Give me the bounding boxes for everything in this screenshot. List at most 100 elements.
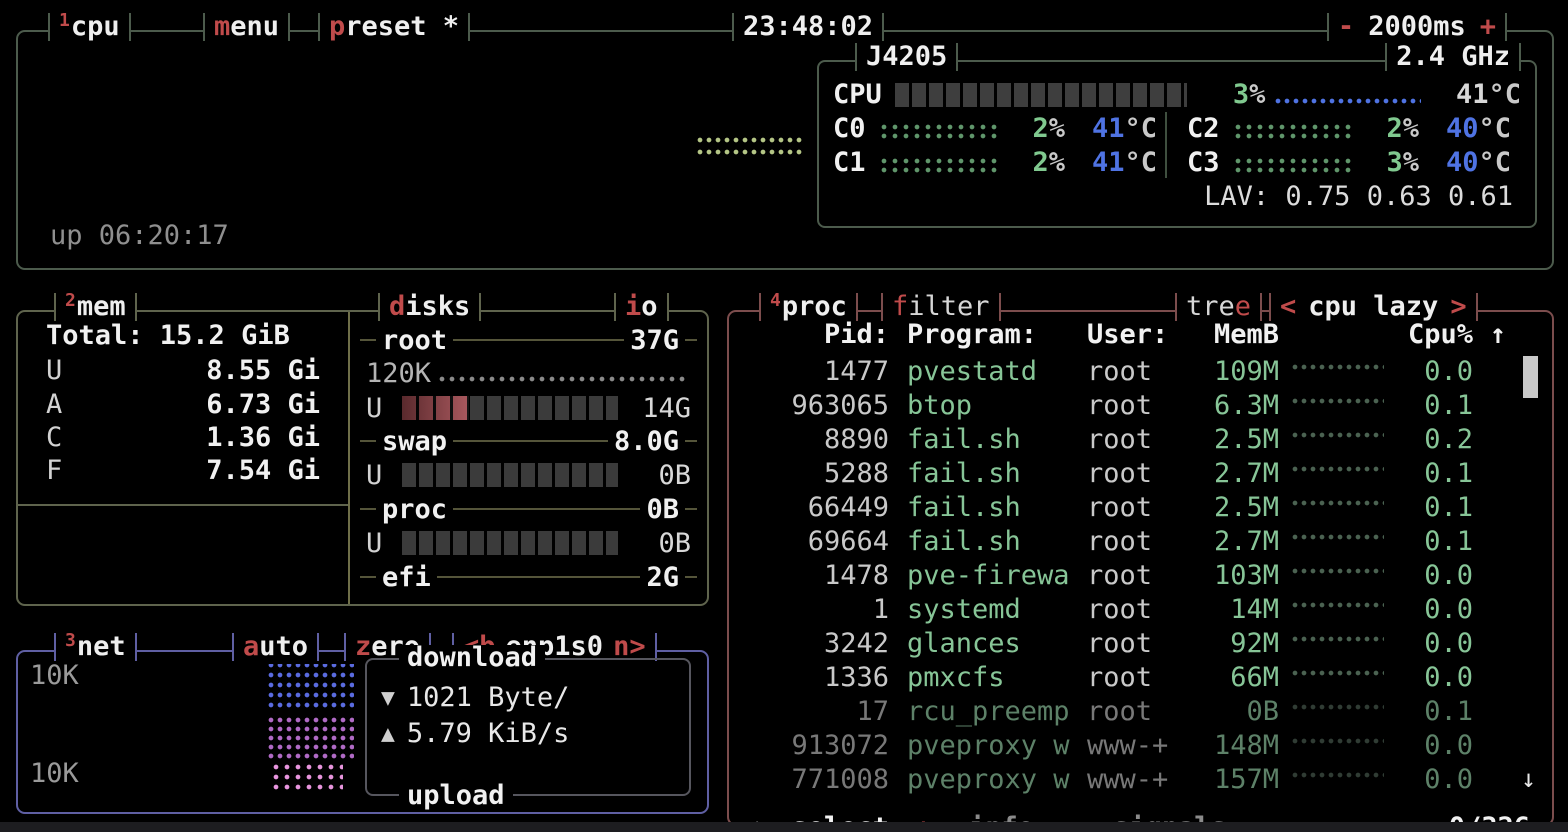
net-scale-bottom: 10K: [30, 758, 79, 789]
tree-hotkey: e: [1235, 293, 1251, 321]
process-row[interactable]: 963065btoproot6.3M0.1: [729, 388, 1552, 422]
net-auto-button[interactable]: auto: [232, 633, 319, 661]
mem-panel-title[interactable]: 2mem: [54, 293, 137, 321]
net-speed-box: download ▼ 1021 Byte/ ▲ 5.79 KiB/s uploa…: [365, 658, 691, 796]
cpu-panel-title[interactable]: 1cpu: [48, 13, 131, 41]
disk-proc-used-row: U 0B: [350, 527, 707, 559]
header-cpu[interactable]: Cpu%: [1397, 319, 1473, 350]
cpu-frequency: 2.4 GHz: [1385, 43, 1521, 71]
proc-cpu-graph: [1292, 636, 1384, 644]
filter-button[interactable]: filter: [881, 293, 1001, 321]
process-row[interactable]: 1systemdroot14M0.0: [729, 592, 1552, 626]
mem-panel: 2mem disks io Total: 15.2 GiB U 8.55 Gi …: [16, 310, 709, 606]
header-program[interactable]: Program:: [905, 319, 1087, 350]
cpu-total-row: CPU 3% 41°C: [819, 78, 1535, 111]
process-row[interactable]: 913072pveproxy wwww-+148M0.0: [729, 728, 1552, 762]
disk-root-header[interactable]: root 37G: [350, 324, 707, 356]
btop-terminal: 1cpu menu preset * 23:48:02 - 2000ms + u…: [0, 0, 1568, 832]
mem-hotkey-number: 2: [65, 287, 76, 315]
disk-size: 8.0G: [608, 426, 685, 457]
mem-row-free: F 7.54 Gi: [18, 454, 350, 487]
sort-prev-button[interactable]: <: [1280, 293, 1296, 321]
proc-header-row: Pid: Program: User: MemB Cpu% ↑: [729, 318, 1552, 351]
download-speed-row: ▼ 1021 Byte/: [381, 682, 569, 713]
upload-label: upload: [399, 783, 513, 809]
cpu-title-label: cpu: [71, 13, 120, 41]
upload-speed-value: 5.79 KiB/s: [407, 718, 570, 749]
cpu-hotkey-number: 1: [59, 7, 70, 35]
core-percent: 2%: [1001, 113, 1065, 144]
process-row[interactable]: 66449fail.shroot2.5M0.1: [729, 490, 1552, 524]
net-panel: 3net auto zero <b enp1s0 n> 10K 10K down…: [16, 650, 709, 814]
header-mem[interactable]: MemB: [1187, 319, 1279, 350]
core-row-c1: C1 2% 41°C: [819, 146, 1193, 179]
proc-cpu-graph: [1292, 534, 1384, 542]
disk-efi-header[interactable]: efi 2G: [350, 561, 707, 593]
process-row[interactable]: 1336pmxcfsroot66M0.0: [729, 660, 1552, 694]
net-panel-title[interactable]: 3net: [54, 633, 137, 661]
interval-increase-button[interactable]: +: [1480, 13, 1496, 41]
core-percent: 3%: [1355, 147, 1419, 178]
process-row[interactable]: 8890fail.shroot2.5M0.2: [729, 422, 1552, 456]
mem-row-label: A: [46, 388, 86, 421]
disk-used-label: U: [366, 393, 402, 424]
net-hotkey-number: 3: [65, 627, 76, 655]
scroll-up-icon[interactable]: ↑: [1473, 319, 1523, 350]
disks-area: root 37G 120K U 14G swap 8.0G U 0B: [350, 312, 707, 604]
sort-field-label: cpu lazy: [1296, 293, 1450, 321]
header-pid[interactable]: Pid:: [743, 319, 889, 350]
disk-swap-header[interactable]: swap 8.0G: [350, 425, 707, 457]
proc-panel-title[interactable]: 4proc: [759, 293, 858, 321]
net-download-graph: [268, 664, 354, 712]
menu-button[interactable]: menu: [203, 13, 290, 41]
process-row[interactable]: 1478pve-firewaroot103M0.0: [729, 558, 1552, 592]
tree-button[interactable]: tree: [1175, 293, 1262, 321]
core-label: C0: [833, 113, 881, 144]
menu-label: enu: [230, 13, 279, 41]
core-usage-graph: [1235, 124, 1355, 142]
auto-label: uto: [259, 633, 308, 661]
proc-cpu-graph: [1292, 364, 1384, 372]
disk-root-used-meter: [402, 396, 618, 420]
core-column-divider: [1165, 112, 1167, 178]
preset-button[interactable]: preset *: [318, 13, 470, 41]
sort-next-button[interactable]: >: [1450, 293, 1466, 321]
mem-row-label: F: [46, 454, 86, 487]
proc-cpu-graph: [1292, 772, 1384, 780]
net-upload-graph: [268, 716, 354, 762]
cpu-total-meter: [895, 83, 1187, 107]
disk-used-value: 14G: [618, 393, 691, 424]
process-row[interactable]: 5288fail.shroot2.7M0.1: [729, 456, 1552, 490]
header-user[interactable]: User:: [1087, 319, 1187, 350]
core-usage-graph: [881, 124, 1001, 142]
scrollbar-thumb[interactable]: [1523, 356, 1538, 398]
scroll-down-icon[interactable]: ↓: [1521, 764, 1536, 793]
core-row-c2: C2 2% 40°C: [1173, 112, 1547, 145]
disk-swap-used-row: U 0B: [350, 459, 707, 491]
process-row[interactable]: 17rcu_preemproot0B0.1: [729, 694, 1552, 728]
disk-free-value: 120K: [366, 358, 431, 390]
process-row[interactable]: 69664fail.shroot2.7M0.1: [729, 524, 1552, 558]
filter-hotkey: f: [892, 293, 908, 321]
disk-size: 37G: [624, 325, 685, 356]
preset-hotkey: p: [329, 13, 345, 41]
core-row-c3: C3 3% 40°C: [1173, 146, 1547, 179]
cpu-model: J4205: [866, 43, 947, 71]
disk-proc-header[interactable]: proc 0B: [350, 493, 707, 525]
process-row[interactable]: 1477pvestatdroot109M0.0: [729, 354, 1552, 388]
process-row[interactable]: 3242glancesroot92M0.0: [729, 626, 1552, 660]
disk-proc-used-meter: [402, 531, 618, 555]
menu-hotkey: m: [214, 13, 230, 41]
proc-title-label: proc: [782, 293, 847, 321]
window-bottom-edge: [0, 822, 1568, 832]
process-row[interactable]: 771008pveproxy wwww-+157M0.0: [729, 762, 1552, 796]
core-label: C3: [1187, 147, 1235, 178]
cpu-row-label: CPU: [833, 79, 895, 110]
clock-value: 23:48:02: [743, 13, 873, 41]
proc-cpu-graph: [1292, 432, 1384, 440]
core-temp: 41°C: [1065, 147, 1157, 178]
mem-row-cached: C 1.36 Gi: [18, 421, 350, 454]
core-temp: 41°C: [1065, 113, 1157, 144]
interval-decrease-button[interactable]: -: [1338, 13, 1354, 41]
iface-next-button[interactable]: n>: [613, 633, 646, 661]
